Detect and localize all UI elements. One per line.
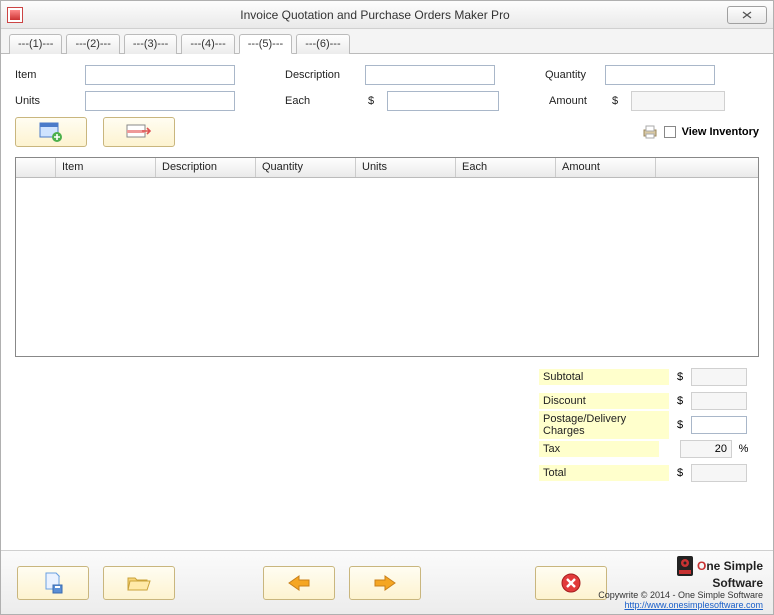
brand-box: One Simple Software Copywrite © 2014 - O… (598, 555, 763, 610)
add-item-button[interactable] (15, 117, 87, 147)
tax-unit: % (738, 443, 749, 455)
tab-6[interactable]: ---(6)--- (296, 34, 349, 54)
tax-label: Tax (539, 441, 659, 457)
prev-button[interactable] (263, 566, 335, 600)
next-button[interactable] (349, 566, 421, 600)
each-input[interactable] (387, 91, 499, 111)
open-button[interactable] (103, 566, 175, 600)
total-currency: $ (675, 467, 685, 479)
tab-content: Item Description Quantity Units Each $ A… (1, 54, 773, 550)
brand-name-line2: Software (712, 576, 763, 590)
description-input[interactable] (365, 65, 495, 85)
view-inventory-checkbox[interactable] (664, 126, 676, 138)
cancel-icon (560, 572, 582, 594)
item-input[interactable] (85, 65, 235, 85)
close-button[interactable] (727, 6, 767, 24)
save-button[interactable] (17, 566, 89, 600)
quantity-label: Quantity (545, 69, 595, 81)
brand-copy: Copywrite © 2014 - One Simple Software (598, 590, 763, 600)
discount-currency: $ (675, 395, 685, 407)
subtotal-value (691, 368, 747, 386)
description-label: Description (285, 69, 355, 81)
grid-header: Item Description Quantity Units Each Amo… (16, 158, 758, 178)
discount-value (691, 392, 747, 410)
app-window: Invoice Quotation and Purchase Orders Ma… (0, 0, 774, 615)
folder-open-icon (127, 574, 151, 592)
grid-col-description[interactable]: Description (156, 158, 256, 177)
postage-input[interactable] (691, 416, 747, 434)
arrow-left-icon (287, 574, 311, 592)
delete-button[interactable] (535, 566, 607, 600)
tab-bar: ---(1)--- ---(2)--- ---(3)--- ---(4)--- … (1, 29, 773, 54)
add-grid-icon (39, 122, 63, 142)
close-icon (742, 11, 752, 19)
arrow-right-icon (373, 574, 397, 592)
amount-output (631, 91, 725, 111)
tab-4[interactable]: ---(4)--- (181, 34, 234, 54)
units-label: Units (15, 95, 75, 107)
app-icon (7, 7, 23, 23)
total-label: Total (539, 465, 669, 481)
each-currency: $ (365, 95, 377, 107)
amount-currency: $ (609, 95, 621, 107)
discount-label: Discount (539, 393, 669, 409)
brand-link[interactable]: http://www.onesimplesoftware.com (624, 600, 763, 610)
tab-1[interactable]: ---(1)--- (9, 34, 62, 54)
tab-5[interactable]: ---(5)--- (239, 34, 292, 54)
total-value (691, 464, 747, 482)
printer-icon (642, 125, 658, 139)
each-label: Each (285, 95, 355, 107)
window-title: Invoice Quotation and Purchase Orders Ma… (23, 8, 727, 22)
save-icon (42, 572, 64, 594)
item-label: Item (15, 69, 75, 81)
footer-toolbar: One Simple Software Copywrite © 2014 - O… (1, 550, 773, 614)
summary-panel: Subtotal $ Discount $ Postage/Delivery C… (539, 365, 759, 485)
tab-3[interactable]: ---(3)--- (124, 34, 177, 54)
grid-col-blank (16, 158, 56, 177)
items-grid[interactable]: Item Description Quantity Units Each Amo… (15, 157, 759, 357)
amount-label: Amount (549, 95, 599, 107)
grid-col-amount[interactable]: Amount (556, 158, 656, 177)
grid-col-each[interactable]: Each (456, 158, 556, 177)
tax-value: 20 (680, 440, 732, 458)
table-arrow-icon (126, 122, 152, 142)
view-inventory-label: View Inventory (682, 126, 759, 138)
subtotal-label: Subtotal (539, 369, 669, 385)
tab-2[interactable]: ---(2)--- (66, 34, 119, 54)
brand-name: One Simple (697, 559, 763, 573)
quantity-input[interactable] (605, 65, 715, 85)
edit-item-button[interactable] (103, 117, 175, 147)
subtotal-currency: $ (675, 371, 685, 383)
grid-col-units[interactable]: Units (356, 158, 456, 177)
postage-currency: $ (675, 419, 685, 431)
grid-col-quantity[interactable]: Quantity (256, 158, 356, 177)
units-input[interactable] (85, 91, 235, 111)
titlebar: Invoice Quotation and Purchase Orders Ma… (1, 1, 773, 29)
brand-logo-icon (675, 555, 695, 577)
postage-label: Postage/Delivery Charges (539, 411, 669, 439)
grid-col-item[interactable]: Item (56, 158, 156, 177)
